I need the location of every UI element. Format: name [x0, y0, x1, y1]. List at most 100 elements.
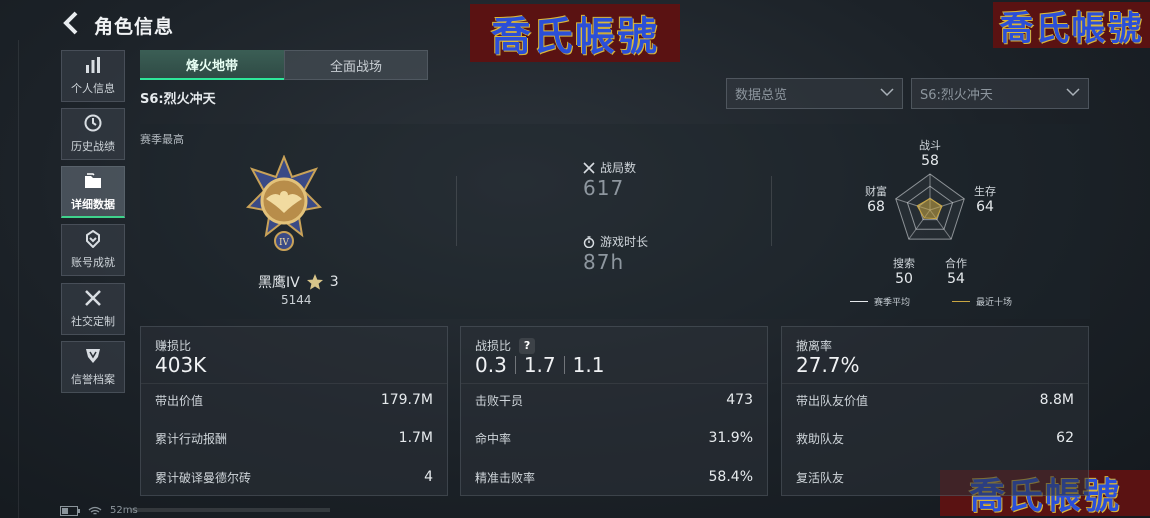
shield-icon	[84, 347, 102, 367]
radar-label-survival: 生存	[974, 185, 996, 198]
chevron-down-icon	[1066, 88, 1080, 97]
radar-label-teamwork: 合作	[945, 257, 967, 270]
radar-label-search: 搜索	[893, 257, 915, 270]
battery-icon	[60, 505, 80, 516]
sidebar-item-label: 信誉档案	[71, 373, 115, 386]
legend-line	[952, 301, 970, 302]
extract-card: 撤离率 27.7% 带出队友价值 8.8M 救助队友 62 复活队友	[781, 326, 1089, 496]
help-icon[interactable]: ?	[519, 337, 536, 354]
divider	[514, 356, 516, 374]
radar-value-search: 50	[895, 271, 913, 287]
stat-row: 带出价值 179.7M	[155, 392, 433, 408]
radar-value-combat: 58	[921, 153, 939, 169]
wifi-icon	[88, 506, 102, 515]
stat-row: 救助队友 62	[796, 430, 1074, 446]
chevron-left-icon	[63, 11, 78, 35]
matches-label: 战局数	[600, 161, 637, 175]
playtime-label-row: 游戏时长	[583, 233, 648, 250]
back-button[interactable]	[60, 10, 82, 36]
mode-select-value: 数据总览	[735, 88, 788, 103]
watermark: 喬氏帳號	[993, 2, 1150, 49]
ratio-value: 0.3	[475, 353, 507, 377]
svg-text:IV: IV	[279, 238, 290, 248]
card-value: 403K	[155, 353, 207, 377]
rank-badge-icon: IV	[246, 155, 322, 251]
sidebar-item-label: 历史战绩	[71, 140, 115, 153]
playtime-value: 87h	[583, 250, 625, 274]
legend-line	[850, 301, 868, 302]
status-bar: 52ms	[60, 505, 138, 516]
season-select[interactable]: S6:烈火冲天	[911, 78, 1089, 109]
rank-name: 黑鹰IV	[258, 275, 300, 291]
legend-label: 赛季平均	[874, 298, 911, 308]
playtime-label: 游戏时长	[600, 235, 649, 249]
radar-value-survival: 64	[976, 199, 994, 215]
crossed-swords-icon	[583, 161, 595, 174]
bar-chart-icon	[84, 56, 102, 76]
divider	[456, 176, 457, 246]
ratio-value: 1.7	[523, 353, 556, 377]
sidebar-item-personal-info[interactable]: 个人信息	[61, 50, 125, 102]
star-icon	[306, 274, 323, 290]
stopwatch-icon	[583, 235, 595, 248]
medal-icon	[84, 229, 102, 250]
profit-card: 赚损比 403K 带出价值 179.7M 累计行动报酬 1.7M 累计破译曼德尔砖 4	[140, 326, 448, 496]
radar-chart	[895, 173, 965, 240]
season-best-label: 赛季最高	[140, 133, 184, 146]
card-title: 战损比 ?	[475, 337, 536, 354]
ping-value: 52ms	[110, 505, 138, 516]
sidebar-item-history[interactable]: 历史战绩	[61, 108, 125, 160]
card-title: 撤离率	[796, 339, 833, 353]
divider	[461, 383, 767, 384]
tab-full-battlefield[interactable]: 全面战场	[284, 50, 428, 80]
clock-icon	[84, 114, 102, 134]
radar-label-combat: 战斗	[919, 139, 941, 152]
rank-stars: 3	[329, 274, 339, 290]
watermark: 喬氏帳號	[470, 4, 680, 62]
tab-extraction[interactable]: 烽火地带	[140, 50, 284, 80]
sidebar-item-social[interactable]: 社交定制	[61, 283, 125, 335]
stat-row: 带出队友价值 8.8M	[796, 392, 1074, 408]
radar-value-teamwork: 54	[947, 271, 965, 287]
sidebar-item-reputation[interactable]: 信誉档案	[61, 341, 125, 393]
season-title: S6:烈火冲天	[140, 92, 216, 107]
stat-row: 累计行动报酬 1.7M	[155, 430, 433, 446]
stat-row: 击败干员 473	[475, 392, 753, 408]
stat-row: 命中率 31.9%	[475, 430, 753, 446]
stat-row: 精准击败率 58.4%	[475, 469, 753, 485]
legend-label: 最近十场	[976, 298, 1013, 308]
combat-card: 战损比 ? 0.3 1.7 1.1 击败干员 473 命中率 31.9% 精准击败率…	[460, 326, 768, 496]
legend-recent-ten: 最近十场	[952, 295, 1012, 308]
card-value: 27.7%	[796, 353, 860, 377]
season-select-value: S6:烈火冲天	[920, 88, 993, 103]
divider	[782, 383, 1088, 384]
rank-points: 5144	[281, 293, 312, 307]
divider	[18, 40, 19, 518]
ratio-value: 1.1	[572, 353, 605, 377]
divider	[771, 176, 772, 246]
divider	[563, 356, 565, 374]
legend-season-avg: 赛季平均	[850, 295, 910, 308]
stat-row: 复活队友	[796, 470, 845, 485]
divider	[141, 383, 447, 384]
radar-value-wealth: 68	[867, 199, 885, 215]
sidebar-item-label: 账号成就	[71, 256, 115, 269]
sidebar-item-achievements[interactable]: 账号成就	[61, 224, 125, 276]
kd-ratios: 0.3 1.7 1.1	[475, 353, 604, 377]
matches-value: 617	[583, 176, 625, 200]
page-title: 角色信息	[94, 16, 175, 38]
sidebar-item-label: 个人信息	[71, 82, 115, 95]
radar-label-wealth: 财富	[865, 185, 887, 198]
chevron-down-icon	[880, 88, 894, 97]
stat-row: 累计破译曼德尔砖 4	[155, 469, 433, 485]
sidebar-item-label: 社交定制	[71, 315, 115, 328]
sidebar-item-label: 详细数据	[71, 197, 115, 211]
sidebar-item-detailed-data[interactable]: 详细数据	[61, 166, 125, 218]
scroll-track	[130, 508, 330, 512]
mode-select[interactable]: 数据总览	[726, 78, 903, 109]
matches-label-row: 战局数	[583, 159, 636, 176]
folder-icon	[84, 172, 102, 192]
rank-row: 黑鹰IV 3	[258, 272, 339, 292]
card-title: 赚损比	[155, 339, 192, 353]
tools-icon	[84, 289, 102, 309]
